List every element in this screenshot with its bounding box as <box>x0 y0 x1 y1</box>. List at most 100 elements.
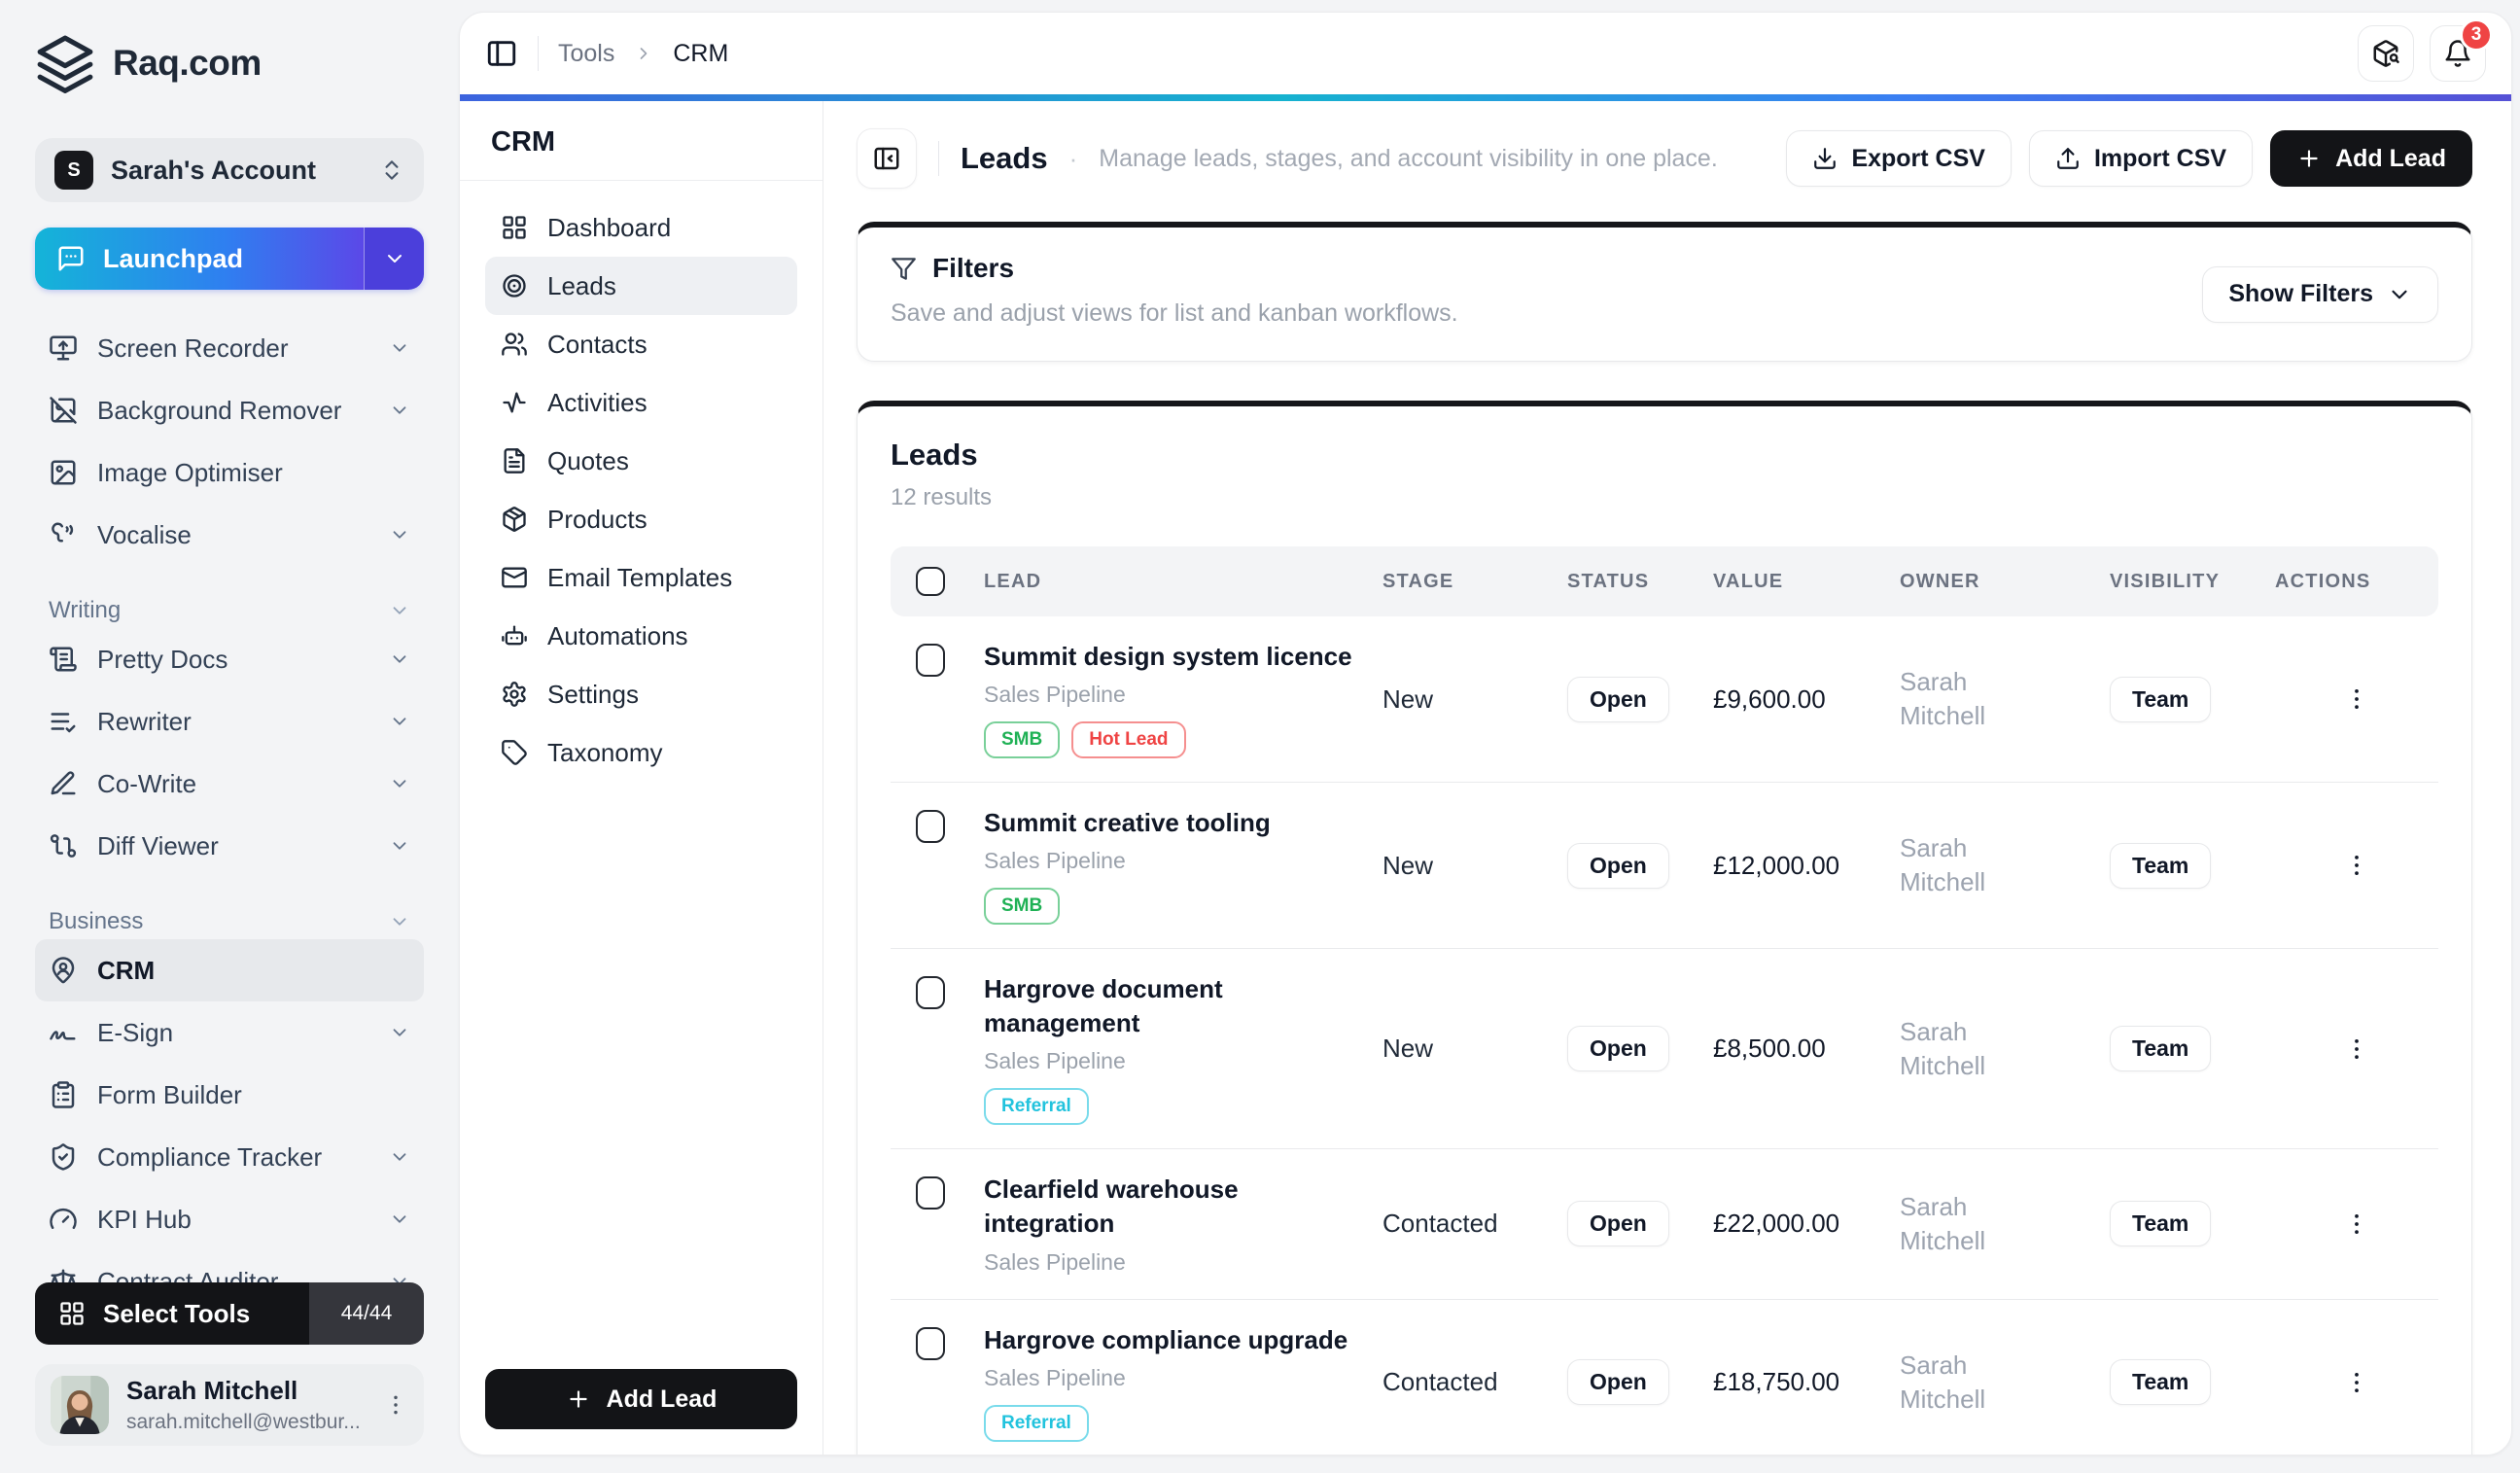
row-checkbox[interactable] <box>916 810 945 843</box>
chevron-down-icon <box>389 711 410 732</box>
sidebar-item-label: Diff Viewer <box>97 831 219 861</box>
sidebar-item-background-remover[interactable]: Background Remover <box>35 379 424 441</box>
table-header: LEAD STAGE STATUS VALUE OWNER VISIBILITY… <box>891 546 2438 616</box>
export-csv-button[interactable]: Export CSV <box>1786 130 2012 187</box>
sidebar-item-diff-viewer[interactable]: Diff Viewer <box>35 815 424 877</box>
row-checkbox[interactable] <box>916 976 945 1009</box>
sidebar-item-co-write[interactable]: Co-Write <box>35 753 424 815</box>
crm-nav-item-quotes[interactable]: Quotes <box>485 432 797 490</box>
sidebar-item-label: Form Builder <box>97 1080 242 1110</box>
list-check-icon <box>49 707 78 736</box>
panel-left-icon[interactable] <box>485 37 518 70</box>
sidebar-item-label: Co-Write <box>97 769 196 799</box>
crm-nav-item-label: Contacts <box>547 330 648 360</box>
crm-nav-item-settings[interactable]: Settings <box>485 665 797 723</box>
select-tools-button[interactable]: Select Tools 44/44 <box>35 1282 424 1345</box>
collapse-panel-button[interactable] <box>857 128 917 189</box>
column-actions: ACTIONS <box>2275 571 2438 593</box>
status-badge: Open <box>1567 1026 1669 1071</box>
crm-nav-item-label: Email Templates <box>547 563 732 593</box>
column-visibility: VISIBILITY <box>2110 571 2275 593</box>
launchpad-button[interactable]: Launchpad <box>35 228 424 290</box>
row-actions-dots-icon[interactable] <box>2343 685 2370 713</box>
add-lead-label: Add Lead <box>2335 145 2446 173</box>
sidebar-item-screen-recorder[interactable]: Screen Recorder <box>35 317 424 379</box>
crm-nav-item-dashboard[interactable]: Dashboard <box>485 198 797 257</box>
upload-icon <box>2055 146 2081 171</box>
mail-icon <box>501 564 528 591</box>
row-actions-dots-icon[interactable] <box>2343 852 2370 879</box>
import-csv-button[interactable]: Import CSV <box>2029 130 2253 187</box>
sidebar-item-rewriter[interactable]: Rewriter <box>35 690 424 753</box>
sidebar-item-pretty-docs[interactable]: Pretty Docs <box>35 628 424 690</box>
crm-nav-item-contacts[interactable]: Contacts <box>485 315 797 373</box>
section-label: Business <box>49 908 143 935</box>
sidebar-item-crm[interactable]: CRM <box>35 939 424 1001</box>
user-email: sarah.mitchell@westbur... <box>126 1411 361 1434</box>
plus-icon <box>2296 146 2322 171</box>
row-checkbox[interactable] <box>916 644 945 677</box>
sidebar-section-business[interactable]: Business <box>35 906 424 937</box>
crm-nav-item-email-templates[interactable]: Email Templates <box>485 548 797 607</box>
pen-line-icon <box>49 769 78 798</box>
message-dots-icon <box>56 244 86 273</box>
sidebar-section-writing[interactable]: Writing <box>35 595 424 626</box>
sidebar-item-e-sign[interactable]: E-Sign <box>35 1001 424 1064</box>
select-all-checkbox[interactable] <box>916 567 945 596</box>
crm-nav-item-taxonomy[interactable]: Taxonomy <box>485 723 797 782</box>
tag-pill: Referral <box>984 1088 1089 1125</box>
lead-name: Summit creative tooling <box>984 806 1353 840</box>
sidebar-item-contract-auditor[interactable]: Contract Auditor <box>35 1250 424 1282</box>
crm-add-lead-button[interactable]: Add Lead <box>485 1369 797 1429</box>
chevron-down-icon <box>2387 282 2412 307</box>
file-text-icon <box>501 447 528 474</box>
table-row: Summit creative toolingSales PipelineSMB… <box>891 783 2438 949</box>
export-csv-label: Export CSV <box>1851 145 1985 173</box>
launchpad-main[interactable]: Launchpad <box>35 228 364 290</box>
owner-cell: Sarah Mitchell <box>1900 831 2026 899</box>
chevron-down-icon <box>389 1209 410 1230</box>
lead-pipeline: Sales Pipeline <box>984 1048 1353 1074</box>
sidebar-item-form-builder[interactable]: Form Builder <box>35 1064 424 1126</box>
crm-nav-item-leads[interactable]: Leads <box>485 257 797 315</box>
logo-text: Raq.com <box>113 43 262 84</box>
account-switcher[interactable]: S Sarah's Account <box>35 138 424 202</box>
launchpad-expand-button[interactable] <box>364 228 424 290</box>
show-filters-button[interactable]: Show Filters <box>2202 266 2438 323</box>
add-lead-button[interactable]: Add Lead <box>2270 130 2472 187</box>
user-menu-dots-icon[interactable] <box>383 1392 408 1418</box>
breadcrumb-tools[interactable]: Tools <box>558 40 614 68</box>
owner-cell: Sarah Mitchell <box>1900 1190 2026 1258</box>
signature-icon <box>49 1018 78 1047</box>
crm-nav-title: CRM <box>485 123 797 180</box>
settings-icon <box>501 681 528 708</box>
user-card[interactable]: Sarah Mitchell sarah.mitchell@westbur... <box>35 1364 424 1446</box>
row-actions-dots-icon[interactable] <box>2343 1035 2370 1063</box>
row-checkbox[interactable] <box>916 1176 945 1210</box>
sidebar-item-label: Pretty Docs <box>97 645 228 675</box>
lead-cell: Hargrove compliance upgradeSales Pipelin… <box>984 1323 1382 1442</box>
app-root: Raq.com S Sarah's Account Launchpad Scre… <box>0 0 2520 1473</box>
row-actions-dots-icon[interactable] <box>2343 1210 2370 1238</box>
lead-name: Clearfield warehouseintegration <box>984 1173 1353 1241</box>
crm-nav-item-automations[interactable]: Automations <box>485 607 797 665</box>
sidebar-item-vocalise[interactable]: Vocalise <box>35 504 424 566</box>
layout-grid-icon <box>501 214 528 241</box>
sidebar-item-kpi-hub[interactable]: KPI Hub <box>35 1188 424 1250</box>
crm-nav-item-products[interactable]: Products <box>485 490 797 548</box>
user-info: Sarah Mitchell sarah.mitchell@westbur... <box>126 1376 361 1433</box>
row-actions-dots-icon[interactable] <box>2343 1369 2370 1396</box>
package-search-button[interactable] <box>2358 25 2414 82</box>
crm-nav-item-activities[interactable]: Activities <box>485 373 797 432</box>
sidebar-item-label: Compliance Tracker <box>97 1142 322 1173</box>
row-checkbox[interactable] <box>916 1327 945 1360</box>
chevron-down-icon <box>389 773 410 794</box>
sidebar-item-image-optimiser[interactable]: Image Optimiser <box>35 441 424 504</box>
notifications-button[interactable]: 3 <box>2430 25 2486 82</box>
chevrons-up-down-icon <box>379 158 404 183</box>
layers-logo-icon <box>35 33 95 93</box>
main-card: Tools CRM 3 CRM DashboardLeadsContactsAc… <box>459 12 2512 1455</box>
lead-cell: Summit creative toolingSales PipelineSMB <box>984 806 1382 925</box>
sidebar-item-compliance-tracker[interactable]: Compliance Tracker <box>35 1126 424 1188</box>
select-tools-main[interactable]: Select Tools <box>35 1282 309 1345</box>
